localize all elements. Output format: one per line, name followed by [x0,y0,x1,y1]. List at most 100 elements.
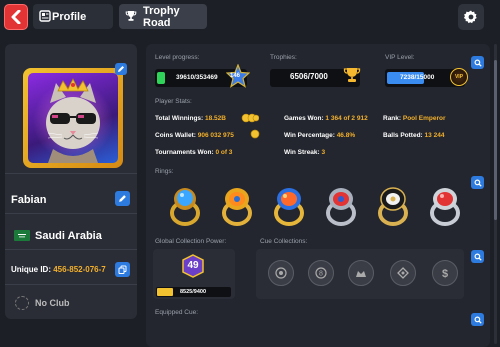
cue-collection-4-icon[interactable] [390,260,416,286]
stat-label: Total Winnings: [155,115,204,122]
collection-level: 49 [187,260,199,271]
level-progress-value: 39610/353469 [176,74,218,81]
stat-coins-wallet: Coins Wallet: 906 032 975 [155,132,234,139]
divider [5,284,137,285]
edit-avatar-button[interactable] [115,63,127,75]
cue-collection-2-icon[interactable]: 8 [308,260,334,286]
avatar-image [28,73,118,163]
tab-profile[interactable]: Profile [33,4,113,29]
chevron-left-icon [11,10,21,24]
ring-5-icon[interactable] [375,185,411,227]
level-number: 146 [230,73,241,79]
settings-button[interactable] [458,4,484,30]
collection-power-label: Global Collection Power: [155,238,227,245]
back-button[interactable] [4,4,28,30]
top-bar: Profile Trophy Road [0,0,500,34]
edit-name-button[interactable] [115,191,130,206]
equipped-cue-label: Equipped Cue: [155,309,199,316]
tab-label: Profile [52,10,87,23]
stat-value: 0 of 3 [215,149,233,156]
stat-value: 1 364 of 2 912 [325,115,368,122]
stat-games-won: Games Won: 1 364 of 2 912 [284,115,368,122]
ring-4-icon[interactable] [323,185,359,227]
stat-balls-potted: Balls Potted: 13 244 [383,132,444,139]
stat-value: 13 244 [424,132,445,139]
country-name: Saudi Arabia [35,230,102,242]
search-icon [474,316,482,324]
divider [5,213,137,214]
rings-row [162,185,462,227]
search-icon [474,59,482,67]
ring-2-icon[interactable] [219,185,255,227]
ring-3-icon[interactable] [271,185,307,227]
stat-label: Rank: [383,115,402,122]
stat-label: Games Won: [284,115,324,122]
tab-label: Trophy Road [143,4,180,29]
cat-avatar-icon [33,78,113,163]
stat-label: Tournaments Won: [155,149,214,156]
coin-icon [250,129,260,139]
tab-trophy-road[interactable]: Trophy Road [119,4,207,29]
equipped-cue-info-button[interactable] [471,313,484,326]
copy-icon [118,265,127,274]
gold-trophy-icon [343,68,361,82]
club-name[interactable]: No Club [35,298,70,308]
cue-collection-5-icon[interactable]: $ [432,260,458,286]
stat-value: Pool Emperor [402,115,446,122]
stat-win-streak: Win Streak: 3 [284,149,325,156]
stat-total-winnings: Total Winnings: 18.52B [155,115,226,122]
cue-collections-info-button[interactable] [471,250,484,263]
cue-collection-1-icon[interactable] [268,260,294,286]
pencil-icon [118,66,124,72]
player-stats-label: Player Stats: [155,98,192,105]
vip-badge-icon: VIP [450,68,468,86]
player-name: Fabian [11,194,47,206]
trophy-icon [125,11,137,21]
coin-stack-icon [241,113,259,123]
stat-value: 18.52B [205,115,226,122]
vip-badge-text: VIP [454,74,464,80]
cue-collection-3-icon[interactable] [348,260,374,286]
vip-info-button[interactable] [471,56,484,69]
stat-value: 3 [321,149,326,156]
scrollbar-thumb[interactable] [494,60,497,220]
vip-level-label: VIP Level: [385,54,415,61]
ring-6-icon[interactable] [427,185,463,227]
level-progress-fill [157,72,165,84]
profile-panel: Fabian Saudi Arabia Unique ID: 456-852-0… [5,44,137,319]
club-badge-icon [15,296,29,310]
search-icon [474,253,482,261]
cue-collections-label: Cue Collections: [260,238,308,245]
stat-label: Win Streak: [284,149,320,156]
stat-value: 906 032 975 [197,132,234,139]
gear-icon [463,10,477,24]
stat-rank: Rank: Pool Emperor [383,115,446,122]
profile-card-icon [39,10,51,22]
saudi-flag-icon [14,230,30,241]
copy-id-button[interactable] [115,262,130,277]
ring-1-icon[interactable] [167,185,203,227]
stat-value: 46.8% [336,132,356,139]
stat-tournaments-won: Tournaments Won: 0 of 3 [155,149,232,156]
rings-info-button[interactable] [471,176,484,189]
divider [5,249,137,250]
svg-text:8: 8 [319,271,323,278]
stat-win-percentage: Win Percentage: 46.8% [284,132,355,139]
stat-label: Balls Potted: [383,132,423,139]
collection-progress-value: 8525/9400 [180,289,206,295]
unique-id-value: 456-852-076-7 [53,265,106,274]
divider [5,173,137,174]
svg-text:$: $ [442,268,448,280]
collection-progress-fill [157,288,173,296]
vip-progress-value: 7238/15000 [400,74,435,81]
avatar[interactable] [23,68,123,168]
unique-id: Unique ID: 456-852-076-7 [11,265,106,274]
unique-id-label: Unique ID: [11,265,51,274]
level-progress-label: Level progress: [155,54,200,61]
trophies-label: Trophies: [270,54,297,61]
trophies-value: 6506/7000 [290,72,328,81]
stat-label: Win Percentage: [284,132,335,139]
pencil-icon [119,195,126,202]
search-icon [474,179,482,187]
rings-label: Rings: [155,168,174,175]
